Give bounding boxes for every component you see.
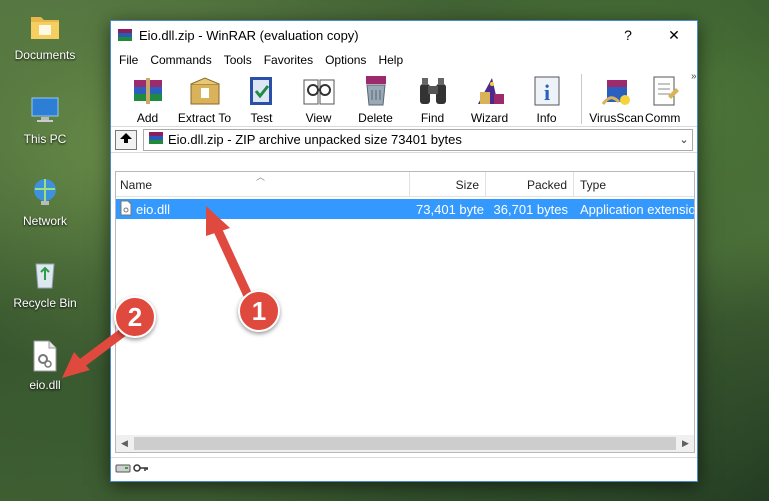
help-button[interactable]: ? bbox=[605, 21, 651, 49]
add-button[interactable]: Add bbox=[119, 71, 176, 127]
column-headers: ︿ Name Size Packed Type bbox=[116, 172, 694, 197]
virusscan-icon bbox=[597, 73, 637, 109]
wizard-icon bbox=[470, 73, 510, 109]
menu-commands[interactable]: Commands bbox=[144, 53, 217, 67]
view-button[interactable]: View bbox=[290, 71, 347, 127]
add-archive-icon bbox=[128, 73, 168, 109]
extract-icon bbox=[185, 73, 225, 109]
menu-bar: File Commands Tools Favorites Options He… bbox=[111, 49, 697, 71]
step-badge-1: 1 bbox=[238, 290, 280, 332]
test-icon bbox=[242, 73, 282, 109]
archive-icon bbox=[148, 130, 164, 149]
comment-button[interactable]: Comm bbox=[645, 71, 689, 127]
chevron-down-icon[interactable]: ⌄ bbox=[676, 133, 692, 146]
column-packed[interactable]: Packed bbox=[486, 172, 574, 197]
winrar-app-icon bbox=[117, 27, 133, 43]
archive-path-dropdown[interactable]: Eio.dll.zip - ZIP archive unpacked size … bbox=[143, 128, 693, 151]
info-button[interactable]: i Info bbox=[518, 71, 575, 127]
scroll-right-icon[interactable]: ▶ bbox=[677, 438, 694, 449]
key-icon[interactable] bbox=[133, 462, 149, 477]
delete-icon bbox=[356, 73, 396, 109]
comment-icon bbox=[645, 73, 685, 109]
computer-icon bbox=[27, 92, 63, 128]
view-icon bbox=[299, 73, 339, 109]
binoculars-icon bbox=[413, 73, 453, 109]
virusscan-button[interactable]: VirusScan bbox=[588, 71, 645, 127]
up-folder-button[interactable] bbox=[115, 129, 137, 150]
network-icon bbox=[27, 174, 63, 210]
menu-file[interactable]: File bbox=[113, 53, 144, 67]
svg-text:i: i bbox=[543, 80, 549, 105]
toolbar-overflow-button[interactable]: » bbox=[691, 71, 697, 82]
archive-path-text: Eio.dll.zip - ZIP archive unpacked size … bbox=[168, 132, 462, 147]
desktop-icon-network[interactable]: Network bbox=[0, 174, 90, 228]
status-bar bbox=[111, 457, 697, 481]
sort-ascending-icon: ︿ bbox=[256, 172, 266, 182]
scrollbar-thumb[interactable] bbox=[134, 437, 676, 450]
file-list: ︿ Name Size Packed Type eio.dll 73,401 b… bbox=[115, 171, 695, 453]
toolbar-separator bbox=[581, 74, 582, 124]
menu-favorites[interactable]: Favorites bbox=[258, 53, 319, 67]
winrar-window: Eio.dll.zip - WinRAR (evaluation copy) ?… bbox=[110, 20, 698, 482]
up-arrow-icon bbox=[119, 132, 133, 147]
desktop-icon-this-pc[interactable]: This PC bbox=[0, 92, 90, 146]
info-icon: i bbox=[527, 73, 567, 109]
menu-tools[interactable]: Tools bbox=[218, 53, 258, 67]
find-button[interactable]: Find bbox=[404, 71, 461, 127]
file-type-cell: Application extensio bbox=[580, 201, 694, 217]
step-badge-2: 2 bbox=[114, 296, 156, 338]
menu-help[interactable]: Help bbox=[372, 53, 409, 67]
drive-icon[interactable] bbox=[115, 462, 131, 477]
desktop-icon-documents[interactable]: Documents bbox=[0, 8, 90, 62]
column-size[interactable]: Size bbox=[410, 172, 486, 197]
recycle-bin-icon bbox=[27, 256, 63, 292]
horizontal-scrollbar[interactable]: ◀ ▶ bbox=[116, 435, 694, 452]
close-button[interactable]: ✕ bbox=[651, 21, 697, 49]
column-type[interactable]: Type bbox=[574, 172, 694, 197]
file-size-cell: 73,401 byte bbox=[416, 201, 484, 217]
file-name-cell: eio.dll bbox=[116, 200, 410, 219]
window-title: Eio.dll.zip - WinRAR (evaluation copy) bbox=[139, 27, 359, 43]
table-row[interactable]: eio.dll 73,401 byte 36,701 bytes Applica… bbox=[116, 199, 694, 219]
test-button[interactable]: Test bbox=[233, 71, 290, 127]
wizard-button[interactable]: Wizard bbox=[461, 71, 518, 127]
menu-options[interactable]: Options bbox=[319, 53, 372, 67]
address-bar: Eio.dll.zip - ZIP archive unpacked size … bbox=[111, 127, 697, 153]
delete-button[interactable]: Delete bbox=[347, 71, 404, 127]
dll-file-icon bbox=[27, 338, 63, 374]
scroll-left-icon[interactable]: ◀ bbox=[116, 438, 133, 449]
desktop-icon-eio-dll[interactable]: eio.dll bbox=[0, 338, 90, 392]
dll-file-icon bbox=[120, 200, 132, 219]
file-packed-cell: 36,701 bytes bbox=[493, 201, 568, 217]
extract-to-button[interactable]: Extract To bbox=[176, 71, 233, 127]
title-bar[interactable]: Eio.dll.zip - WinRAR (evaluation copy) ?… bbox=[111, 21, 697, 49]
desktop-icon-recycle-bin[interactable]: Recycle Bin bbox=[0, 256, 90, 310]
toolbar: Add Extract To Test View Delete Find Wiz… bbox=[111, 71, 697, 127]
folder-icon bbox=[27, 8, 63, 44]
